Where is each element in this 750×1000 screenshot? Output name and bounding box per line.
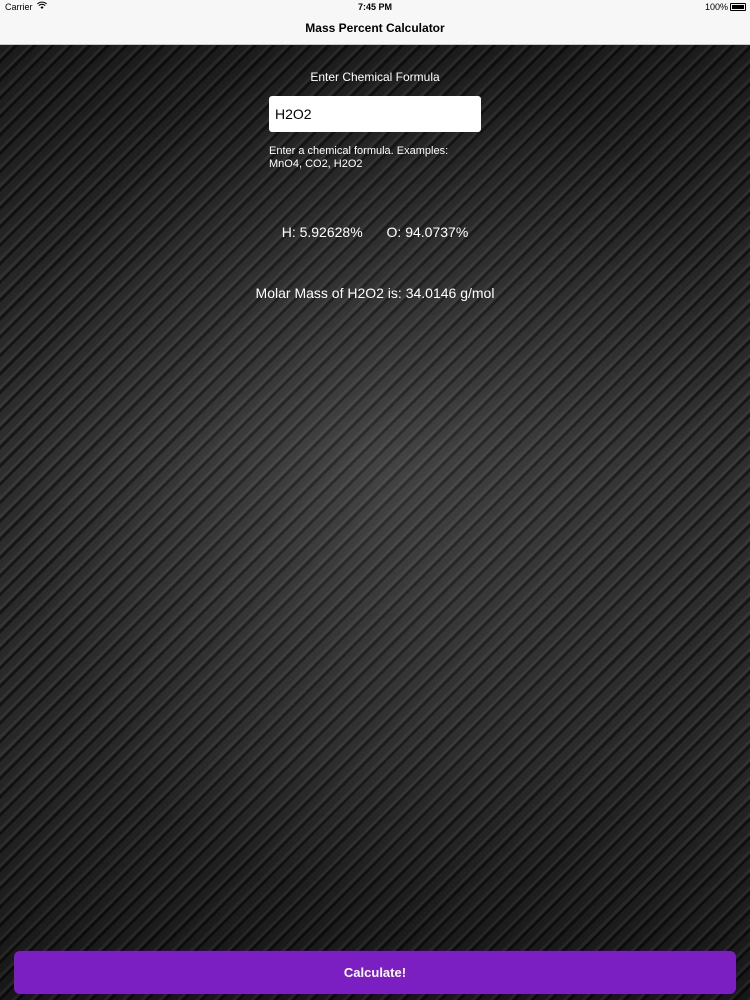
- hydrogen-percent: H: 5.92628%: [281, 224, 363, 240]
- battery-percent: 100%: [704, 2, 728, 12]
- status-bar: Carrier 7:45 PM 100%: [0, 0, 750, 14]
- battery-icon: [730, 3, 746, 11]
- calculate-button[interactable]: Calculate!: [14, 951, 736, 994]
- formula-label: Enter Chemical Formula: [310, 70, 440, 84]
- navigation-bar: Mass Percent Calculator: [0, 14, 750, 45]
- molar-mass-result: Molar Mass of H2O2 is: 34.0146 g/mol: [255, 285, 495, 301]
- formula-input[interactable]: [269, 96, 481, 132]
- formula-hint: Enter a chemical formula. Examples: MnO4…: [269, 145, 509, 171]
- oxygen-percent: O: 94.0737%: [386, 224, 469, 240]
- page-title: Mass Percent Calculator: [305, 21, 445, 35]
- clock: 7:45 PM: [357, 2, 392, 12]
- hint-line-2: MnO4, CO2, H2O2: [269, 158, 363, 170]
- mass-percent-results: H: 5.92628% O: 94.0737%: [0, 224, 750, 240]
- hint-line-1: Enter a chemical formula. Examples:: [269, 145, 449, 157]
- app-screen: Carrier 7:45 PM 100% Mass Percent Calcul…: [0, 0, 750, 1000]
